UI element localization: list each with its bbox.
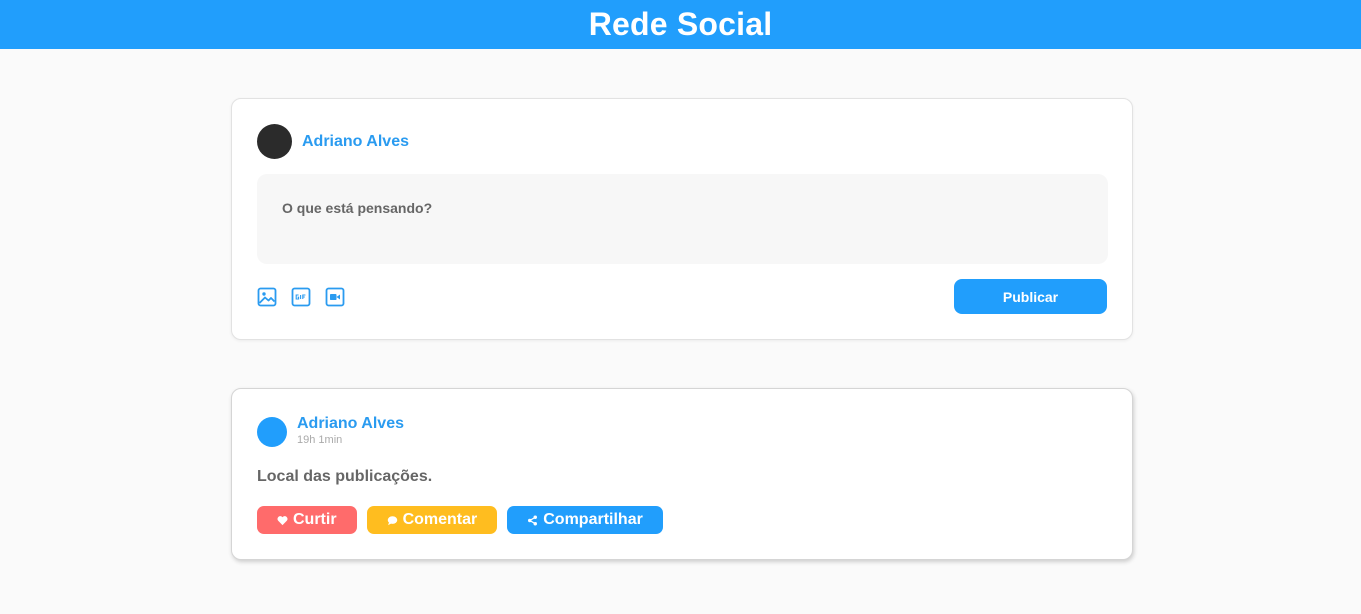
post-content: Local das publicações. — [257, 468, 433, 485]
app-title: Rede Social — [588, 6, 773, 42]
post-card: Adriano Alves 19h 1min Local das publica… — [231, 388, 1133, 560]
like-label: Curtir — [293, 511, 337, 528]
share-icon — [528, 515, 538, 525]
comment-button[interactable]: Comentar — [366, 506, 498, 534]
post-input[interactable] — [257, 174, 1108, 264]
heart-icon — [277, 515, 288, 525]
post-actions: Curtir Comentar Compartilhar — [257, 506, 663, 534]
video-icon[interactable] — [325, 287, 345, 307]
like-button[interactable]: Curtir — [257, 506, 357, 534]
image-icon[interactable] — [257, 287, 277, 307]
app-header: Rede Social — [0, 0, 1361, 49]
composer-author-name: Adriano Alves — [302, 133, 409, 150]
avatar — [257, 417, 287, 447]
media-toolbar — [257, 287, 345, 307]
avatar — [257, 124, 292, 159]
comment-label: Comentar — [402, 511, 478, 528]
post-timestamp: 19h 1min — [297, 434, 343, 446]
share-label: Compartilhar — [543, 511, 643, 528]
speech-bubble-icon — [387, 515, 397, 525]
post-composer: Adriano Alves Publicar — [231, 98, 1133, 340]
gif-icon[interactable] — [291, 287, 311, 307]
share-button[interactable]: Compartilhar — [507, 506, 663, 534]
publish-button[interactable]: Publicar — [954, 279, 1107, 314]
post-author-name[interactable]: Adriano Alves — [297, 415, 404, 433]
